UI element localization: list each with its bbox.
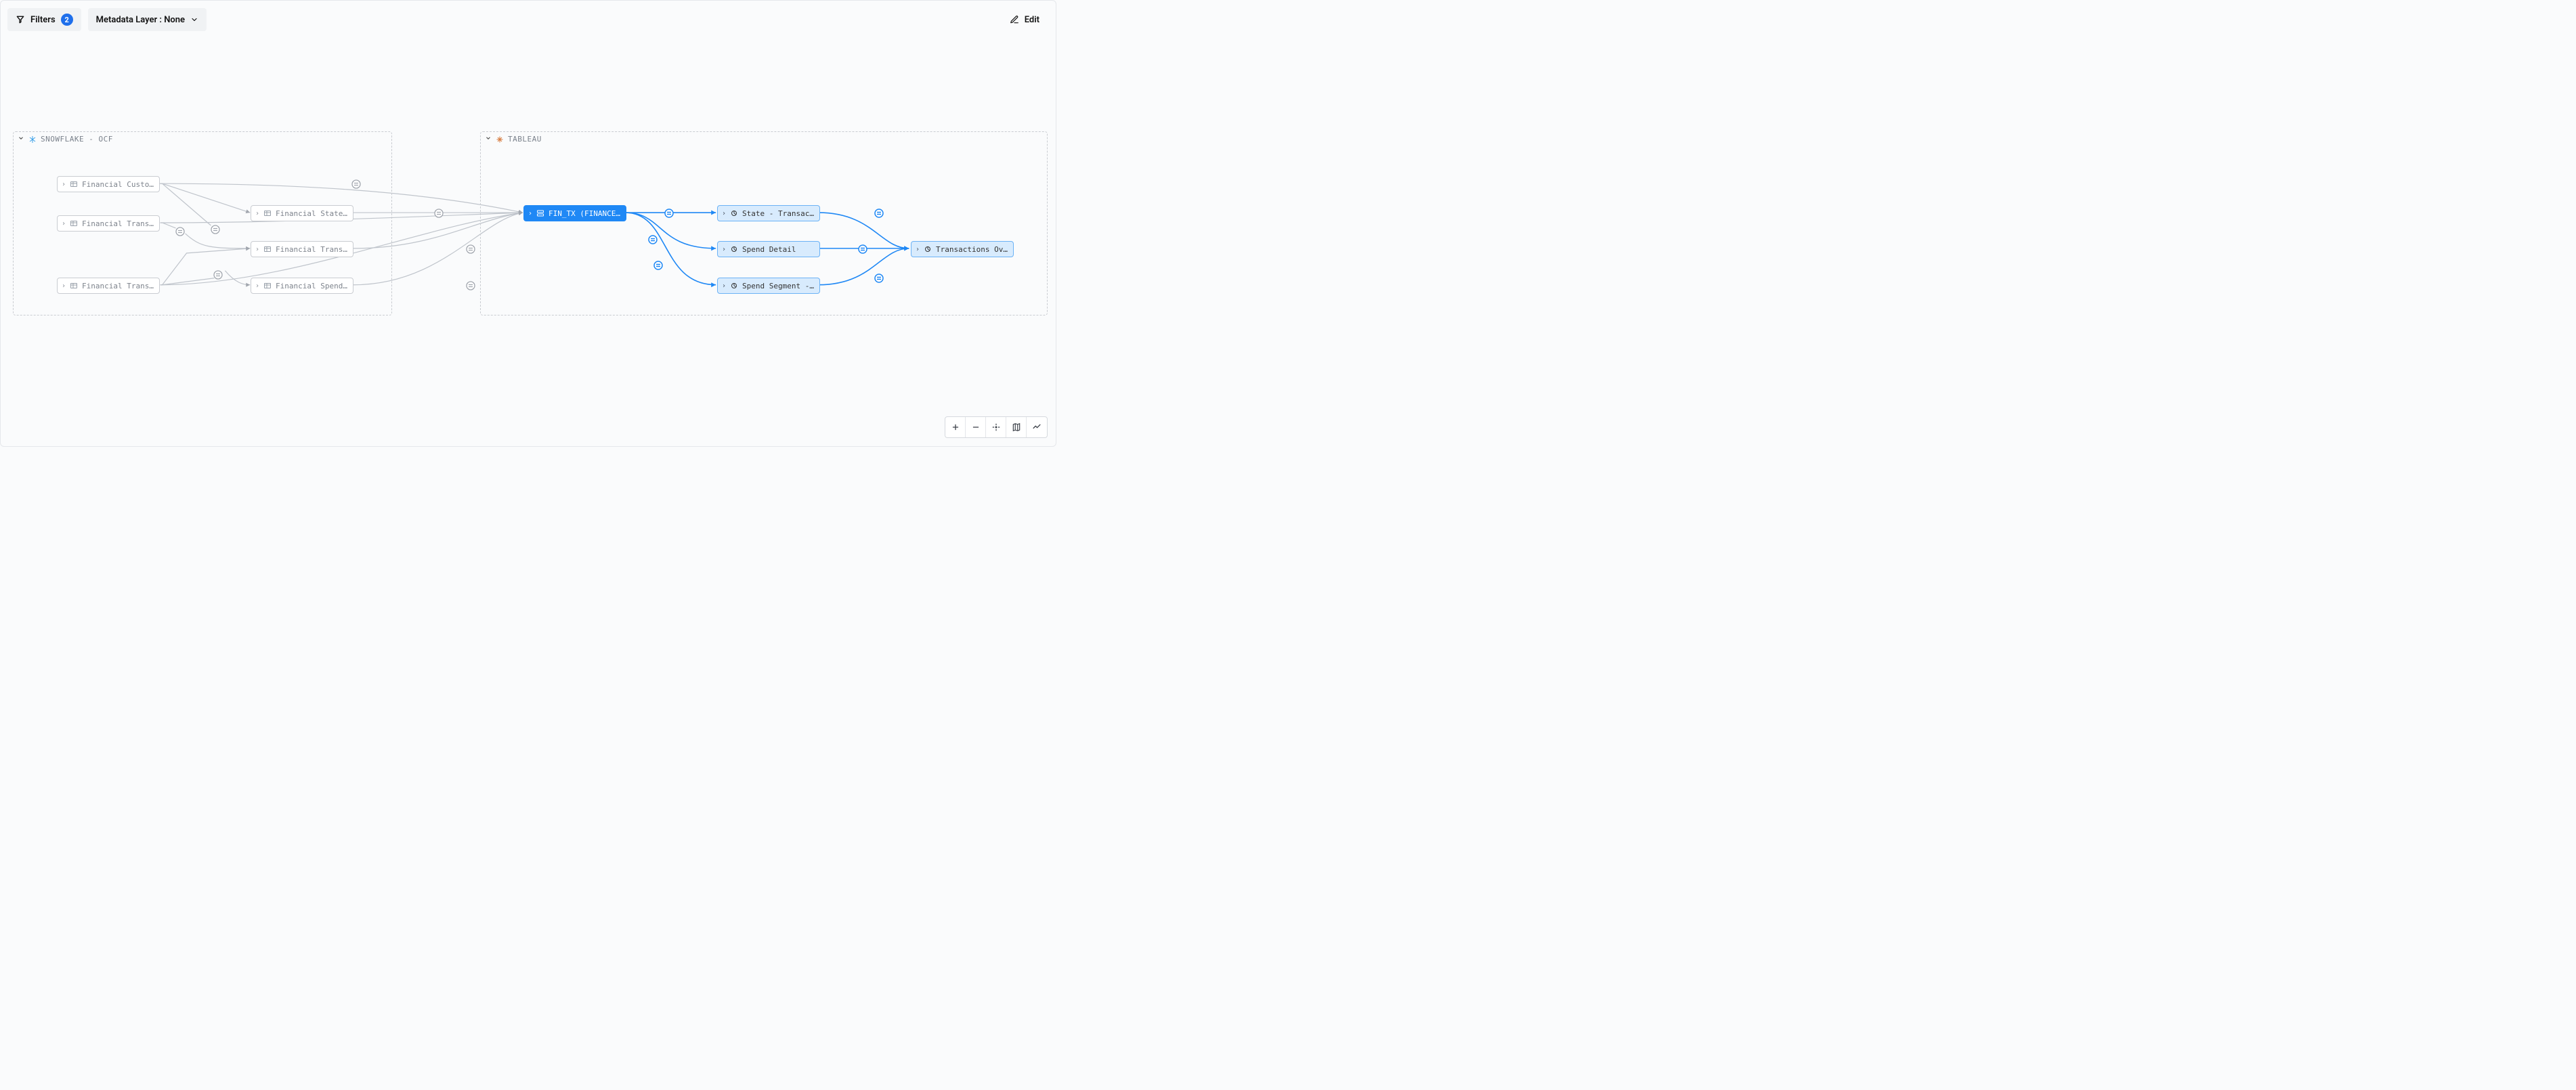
chevron-right-icon: › xyxy=(255,246,259,253)
table-icon xyxy=(70,282,78,290)
minimap-toggle-button[interactable] xyxy=(1027,417,1047,437)
node-financial-transa-2[interactable]: › Financial Transa... xyxy=(57,278,160,294)
worksheet-icon xyxy=(730,245,738,253)
port-icon xyxy=(653,261,663,270)
chevron-right-icon: › xyxy=(62,181,66,188)
node-label: Financial Transa... xyxy=(82,282,155,290)
node-label: Financial Spend ... xyxy=(276,282,349,290)
port-icon xyxy=(213,270,223,280)
node-financial-customer[interactable]: › Financial Customer xyxy=(57,176,160,192)
chevron-right-icon: › xyxy=(528,210,532,217)
worksheet-icon xyxy=(730,209,738,217)
port-icon xyxy=(874,209,884,218)
table-icon xyxy=(263,245,272,253)
table-icon xyxy=(263,209,272,217)
chevron-right-icon: › xyxy=(255,210,259,217)
table-icon xyxy=(263,282,272,290)
table-icon xyxy=(70,219,78,227)
node-label: Financial Customer xyxy=(82,180,155,189)
node-label: State - Transact... xyxy=(742,209,815,218)
map-view-button[interactable] xyxy=(1006,417,1027,437)
node-state-transact[interactable]: › State - Transact... xyxy=(717,205,820,221)
chevron-right-icon: › xyxy=(62,220,66,227)
node-transactions-ove[interactable]: › Transactions Ove... xyxy=(911,241,1014,257)
worksheet-icon xyxy=(730,282,738,290)
port-icon xyxy=(858,244,867,254)
node-label: FIN_TX (FINANCE.... xyxy=(549,209,622,218)
port-icon xyxy=(175,227,185,236)
port-icon xyxy=(211,225,220,234)
chevron-right-icon: › xyxy=(722,282,726,290)
node-financial-transa-3[interactable]: › Financial Transa... xyxy=(251,241,353,257)
node-label: Financial Transa... xyxy=(276,245,349,254)
chevron-right-icon: › xyxy=(62,282,66,290)
chevron-right-icon: › xyxy=(722,246,726,253)
node-label: Transactions Ove... xyxy=(936,245,1009,254)
canvas[interactable]: SNOWFLAKE - OCF TABLEAU › Financial Cust… xyxy=(1,1,1056,446)
port-icon xyxy=(466,281,475,290)
port-icon xyxy=(351,179,361,189)
chevron-right-icon: › xyxy=(916,246,920,253)
node-fin-tx[interactable]: › FIN_TX (FINANCE.... xyxy=(523,205,626,221)
node-label: Financial Transa... xyxy=(82,219,155,228)
node-financial-spend[interactable]: › Financial Spend ... xyxy=(251,278,353,294)
node-spend-detail[interactable]: › Spend Detail xyxy=(717,241,820,257)
worksheet-icon xyxy=(924,245,932,253)
port-icon xyxy=(874,274,884,283)
group-header-snowflake[interactable]: SNOWFLAKE - OCF xyxy=(18,135,113,144)
snowflake-icon xyxy=(28,135,37,144)
chevron-right-icon: › xyxy=(255,282,259,290)
node-label: Financial State ... xyxy=(276,209,349,218)
group-title: TABLEAU xyxy=(508,135,542,144)
node-spend-segment[interactable]: › Spend Segment - ... xyxy=(717,278,820,294)
chevron-down-icon xyxy=(485,135,492,144)
zoom-out-button[interactable] xyxy=(966,417,986,437)
lineage-canvas-frame: Filters 2 Metadata Layer : None Edit xyxy=(0,0,1056,447)
fit-to-screen-button[interactable] xyxy=(986,417,1006,437)
group-header-tableau[interactable]: TABLEAU xyxy=(485,135,542,144)
chevron-down-icon xyxy=(18,135,24,144)
zoom-toolbar xyxy=(945,416,1048,438)
port-icon xyxy=(434,209,444,218)
node-financial-state[interactable]: › Financial State ... xyxy=(251,205,353,221)
group-title: SNOWFLAKE - OCF xyxy=(41,135,113,144)
zoom-in-button[interactable] xyxy=(945,417,966,437)
port-icon xyxy=(664,209,674,218)
chevron-right-icon: › xyxy=(722,210,726,217)
node-label: Spend Segment - ... xyxy=(742,282,815,290)
datasource-icon xyxy=(536,209,544,217)
tableau-icon xyxy=(496,135,504,144)
table-icon xyxy=(70,180,78,188)
node-financial-transa-1[interactable]: › Financial Transa... xyxy=(57,215,160,232)
node-label: Spend Detail xyxy=(742,245,815,254)
port-icon xyxy=(648,235,658,244)
port-icon xyxy=(466,244,475,254)
